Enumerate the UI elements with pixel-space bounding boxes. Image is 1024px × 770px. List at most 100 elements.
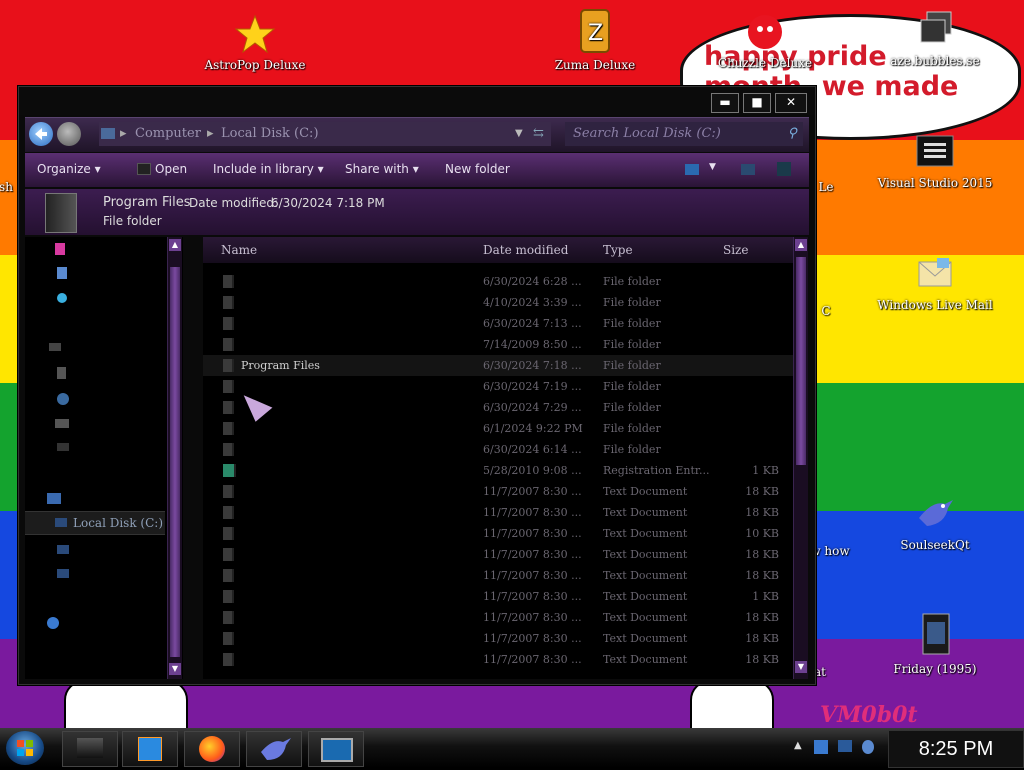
minimize-button[interactable]: ▬ — [711, 93, 739, 113]
column-header-size[interactable]: Size — [723, 243, 748, 257]
cell-type: Text Document — [603, 653, 688, 666]
show-hidden-icons-icon[interactable]: ▲ — [794, 740, 802, 751]
scroll-thumb[interactable] — [170, 267, 180, 657]
table-row[interactable]: 6/30/2024 6:28 ... File folder — [203, 271, 793, 292]
cell-type: Registration Entr... — [603, 464, 710, 477]
network-icon[interactable] — [47, 617, 59, 629]
nav-item-icon[interactable] — [49, 343, 61, 351]
share-with-button[interactable]: Share with ▾ — [345, 162, 419, 176]
table-row[interactable]: 6/30/2024 7:19 ... File folder — [203, 376, 793, 397]
desktop-icon-zuma[interactable]: Z Zuma Deluxe — [535, 8, 655, 72]
cell-size: 18 KB — [745, 506, 779, 519]
view-dropdown-icon[interactable]: ▼ — [709, 162, 716, 172]
scroll-up-icon[interactable]: ▲ — [169, 239, 181, 251]
volume-icon[interactable] — [862, 740, 874, 754]
table-row[interactable]: 6/30/2024 7:13 ... File folder — [203, 313, 793, 334]
filelist-scrollbar[interactable]: ▲ ▼ — [793, 237, 808, 679]
desktop-icon-aze[interactable]: aze.bubbles.se — [875, 10, 995, 68]
table-row[interactable]: 6/30/2024 6:14 ... File folder — [203, 439, 793, 460]
address-bar[interactable]: ▸ Computer ▸ Local Disk (C:) ▼ ⇆ — [99, 122, 551, 146]
nav-item-local-disk[interactable]: Local Disk (C:) — [25, 511, 165, 535]
breadcrumb-local-disk[interactable]: Local Disk (C:) — [221, 122, 319, 146]
desktop-icon-chuzzle[interactable]: Chuzzle Deluxe — [705, 12, 825, 70]
table-row[interactable]: 6/30/2024 7:29 ... File folder — [203, 397, 793, 418]
organize-button[interactable]: Organize ▾ — [37, 162, 101, 176]
table-row[interactable]: 7/14/2009 8:50 ... File folder — [203, 334, 793, 355]
nav-item-icon[interactable] — [57, 443, 69, 451]
window-titlebar[interactable]: ▬ ■ ✕ — [19, 87, 815, 115]
taskbar-monitor-app[interactable] — [308, 731, 364, 767]
folder-icon — [223, 296, 234, 309]
taskbar-media-player[interactable] — [122, 731, 178, 767]
refresh-icon[interactable]: ⇆ — [533, 122, 544, 146]
nav-item-icon[interactable] — [57, 367, 66, 379]
start-button[interactable] — [6, 731, 44, 765]
monitor-icon — [321, 738, 353, 762]
desktop-icon-windows-live-mail[interactable]: Windows Live Mail — [875, 254, 995, 312]
include-in-library-button[interactable]: Include in library ▾ — [213, 162, 324, 176]
navpane-scrollbar[interactable]: ▲ ▼ — [167, 237, 182, 679]
search-input[interactable]: Search Local Disk (C:) ⚲ — [565, 122, 803, 146]
desktop-icon-label: Zuma Deluxe — [554, 58, 636, 72]
media-player-icon — [138, 737, 162, 761]
cell-size: 1 KB — [752, 464, 779, 477]
column-header-type[interactable]: Type — [603, 243, 633, 257]
help-icon[interactable] — [777, 162, 791, 176]
desktop-icon-friday[interactable]: Friday (1995) — [875, 612, 995, 676]
scroll-thumb[interactable] — [796, 257, 806, 465]
desktop-icon-visual-studio[interactable]: Visual Studio 2015 — [875, 132, 995, 190]
new-folder-button[interactable]: New folder — [445, 162, 510, 176]
column-header-date[interactable]: Date modified — [483, 243, 568, 257]
cell-size: 18 KB — [745, 569, 779, 582]
drive-icon[interactable] — [57, 569, 69, 578]
table-row[interactable]: 11/7/2007 8:30 ... Text Document 18 KB — [203, 565, 793, 586]
cell-date: 11/7/2007 8:30 ... — [483, 569, 582, 582]
tray-app-icon[interactable] — [814, 740, 828, 754]
forward-button[interactable] — [57, 122, 81, 146]
nav-item-icon[interactable] — [57, 293, 67, 303]
table-row[interactable]: 11/7/2007 8:30 ... Text Document 18 KB — [203, 649, 793, 670]
network-tray-icon[interactable] — [838, 740, 852, 752]
table-row[interactable]: 6/1/2024 9:22 PM File folder — [203, 418, 793, 439]
breadcrumb-computer[interactable]: Computer — [135, 122, 201, 146]
nav-item-icon[interactable] — [57, 393, 69, 405]
cell-date: 6/30/2024 7:29 ... — [483, 401, 582, 414]
table-row[interactable]: 11/7/2007 8:30 ... Text Document 1 KB — [203, 586, 793, 607]
taskbar-clock[interactable]: 8:25 PM — [888, 730, 1024, 768]
text-file-icon — [223, 590, 234, 603]
address-dropdown-icon[interactable]: ▼ — [515, 122, 523, 146]
table-row[interactable]: 5/28/2010 9:08 ... Registration Entr... 1 … — [203, 460, 793, 481]
scroll-down-icon[interactable]: ▼ — [795, 661, 807, 673]
column-header-name[interactable]: Name — [221, 243, 257, 257]
computer-icon[interactable] — [47, 493, 61, 504]
close-button[interactable]: ✕ — [775, 93, 807, 113]
taskbar-firefox[interactable] — [184, 731, 240, 767]
maximize-button[interactable]: ■ — [743, 93, 771, 113]
back-button[interactable] — [29, 122, 53, 146]
table-row[interactable]: Program Files 6/30/2024 7:18 ... File fold… — [203, 355, 793, 376]
preview-pane-icon[interactable] — [741, 164, 755, 175]
nav-item-icon[interactable] — [55, 419, 69, 428]
table-row[interactable]: 11/7/2007 8:30 ... Text Document 18 KB — [203, 502, 793, 523]
table-row[interactable]: 11/7/2007 8:30 ... Text Document 18 KB — [203, 607, 793, 628]
table-row[interactable]: 11/7/2007 8:30 ... Text Document 18 KB — [203, 544, 793, 565]
scroll-up-icon[interactable]: ▲ — [795, 239, 807, 251]
taskbar-file-explorer[interactable] — [62, 731, 118, 767]
open-button[interactable]: Open — [155, 162, 187, 176]
drive-icon[interactable] — [57, 545, 69, 554]
drive-icon — [55, 518, 67, 527]
table-row[interactable]: 4/10/2024 3:39 ... File folder — [203, 292, 793, 313]
table-row[interactable]: 11/7/2007 8:30 ... Text Document 10 KB — [203, 523, 793, 544]
table-row[interactable]: 11/7/2007 8:30 ... Text Document 18 KB — [203, 481, 793, 502]
table-row[interactable]: 11/7/2007 8:30 ... Text Document 18 KB — [203, 628, 793, 649]
taskbar-soulseek[interactable] — [246, 731, 302, 767]
scroll-down-icon[interactable]: ▼ — [169, 663, 181, 675]
cell-date: 6/30/2024 7:13 ... — [483, 317, 582, 330]
video-file-icon — [915, 612, 955, 658]
search-icon[interactable]: ⚲ — [787, 122, 797, 146]
desktop-icon-astropop[interactable]: AstroPop Deluxe — [195, 14, 315, 72]
view-options-icon[interactable] — [685, 164, 699, 175]
nav-item-icon[interactable] — [55, 243, 65, 255]
nav-item-icon[interactable] — [57, 267, 67, 279]
desktop-icon-soulseek[interactable]: SoulseekQt — [875, 494, 995, 552]
